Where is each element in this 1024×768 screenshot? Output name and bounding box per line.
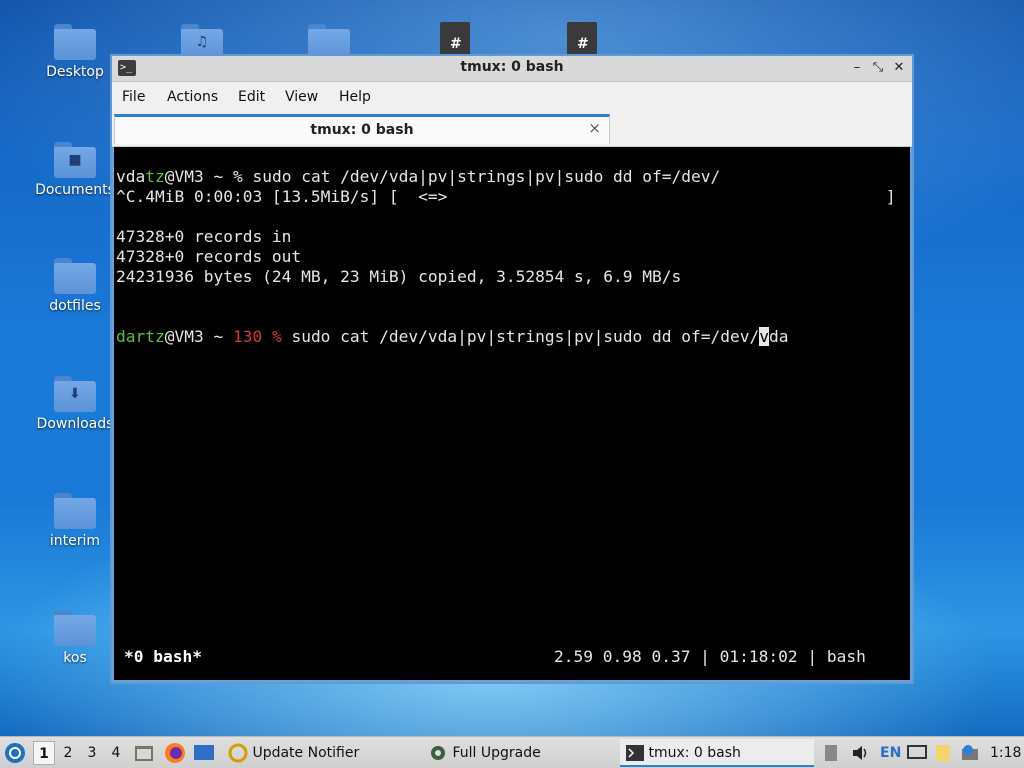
tray-updates[interactable] <box>960 737 980 768</box>
terminal-window: >_ tmux: 0 bash – ⤡ ✕ File Actions Edit … <box>110 54 914 684</box>
tab-tmux-bash[interactable]: tmux: 0 bash × <box>114 114 610 144</box>
menu-actions[interactable]: Actions <box>167 89 218 105</box>
folder-icon <box>54 258 96 294</box>
file-manager-icon <box>135 746 153 761</box>
task-tmux-bash[interactable]: tmux: 0 bash <box>620 739 814 767</box>
terminal-line: 24231936 bytes (24 MB, 23 MiB) copied, 3… <box>116 267 682 286</box>
desktop-icon-label: Downloads <box>36 416 114 432</box>
tmux-window-status: *0 bash* <box>124 647 202 666</box>
desktop-icon-label: Desktop <box>46 64 104 80</box>
gear-icon <box>431 746 445 760</box>
firefox-icon <box>165 743 185 763</box>
desktop-icon-downloads[interactable]: ⬇ Downloads <box>35 376 115 432</box>
task-label: Update Notifier <box>252 745 360 761</box>
desktop-icon-label: Documents <box>35 182 115 198</box>
tray-language[interactable]: EN <box>880 737 901 768</box>
desktop-icon-documents[interactable]: ■ Documents <box>35 142 115 198</box>
tray-display[interactable] <box>907 737 927 768</box>
folder-icon <box>54 610 96 646</box>
terminal-line: ^C.4MiB 0:00:03 [13.5MiB/s] [ <=> ] <box>116 187 896 206</box>
folder-icon <box>54 24 96 60</box>
volume-icon <box>853 746 867 760</box>
terminal-prompt-line: dartz@VM3 ~ 130 % sudo cat /dev/vda|pv|s… <box>116 327 789 346</box>
terminal-output[interactable]: vdatz@VM3 ~ % sudo cat /dev/vda|pv|strin… <box>114 147 910 680</box>
desktop-icon-label: dotfiles <box>49 298 101 314</box>
workspace-2[interactable]: 2 <box>57 741 79 765</box>
desktop-icon-label: interim <box>49 533 101 549</box>
update-available-icon <box>962 745 978 760</box>
update-notifier-icon <box>228 743 248 763</box>
minimize-button[interactable]: – <box>848 58 866 78</box>
terminal-line: 47328+0 records in <box>116 227 292 246</box>
workspace-4[interactable]: 4 <box>105 741 127 765</box>
show-desktop-launcher[interactable] <box>193 737 215 768</box>
window-titlebar[interactable]: >_ tmux: 0 bash – ⤡ ✕ <box>112 56 912 82</box>
task-label: Full Upgrade <box>452 745 541 761</box>
tab-close-icon[interactable]: × <box>588 119 601 137</box>
documents-folder-icon: ■ <box>54 142 96 178</box>
task-full-upgrade[interactable]: Full Upgrade <box>422 739 547 767</box>
menu-view[interactable]: View <box>285 89 318 105</box>
window-title: tmux: 0 bash <box>460 59 564 75</box>
downloads-folder-icon: ⬇ <box>54 376 96 412</box>
desktop-icon-interim[interactable]: interim <box>35 493 115 549</box>
menu-edit[interactable]: Edit <box>238 89 265 105</box>
tray-notes[interactable] <box>934 737 952 768</box>
task-label: tmux: 0 bash <box>648 745 741 761</box>
distro-logo-icon <box>5 743 25 763</box>
terminal-line: vdatz@VM3 ~ % sudo cat /dev/vda|pv|strin… <box>116 167 721 186</box>
tmux-status-right: 2.59 0.98 0.37 | 01:18:02 | bash <box>554 647 866 666</box>
terminal-icon <box>626 745 644 761</box>
tray-volume[interactable] <box>850 737 870 768</box>
tab-label: tmux: 0 bash <box>310 122 414 138</box>
text-cursor: v <box>759 327 769 346</box>
maximize-button[interactable]: ⤡ <box>869 58 887 78</box>
menu-file[interactable]: File <box>122 89 145 105</box>
menu-help[interactable]: Help <box>339 89 371 105</box>
spreadsheet-file-icon[interactable]: # <box>440 22 470 58</box>
tray-clipboard[interactable] <box>823 737 839 768</box>
taskbar: 1 2 3 4 Update Notifier Full Upgrade tmu… <box>0 736 1024 768</box>
clipboard-icon <box>825 745 837 761</box>
clock[interactable]: 1:18 <box>990 737 1021 768</box>
spreadsheet-file-icon[interactable]: # <box>567 22 597 58</box>
desktop-icon-label: kos <box>63 650 87 666</box>
menu-bar: File Actions Edit View Help <box>112 82 912 112</box>
firefox-launcher[interactable] <box>164 737 186 768</box>
terminal-line: 47328+0 records out <box>116 247 302 266</box>
desktop-icon <box>194 745 214 760</box>
close-button[interactable]: ✕ <box>890 58 908 78</box>
desktop-icon-kos[interactable]: kos <box>35 610 115 666</box>
folder-icon <box>54 493 96 529</box>
workspace-3[interactable]: 3 <box>81 741 103 765</box>
display-icon <box>907 745 927 759</box>
desktop-icon-dotfiles[interactable]: dotfiles <box>35 258 115 314</box>
start-menu-button[interactable] <box>4 737 28 768</box>
file-manager-launcher[interactable] <box>134 737 154 768</box>
task-update-notifier[interactable]: Update Notifier <box>222 739 365 767</box>
tab-strip: tmux: 0 bash × <box>112 112 912 147</box>
notes-icon <box>936 745 950 761</box>
workspace-1[interactable]: 1 <box>33 741 55 765</box>
desktop-icon-desktop[interactable]: Desktop <box>35 24 115 80</box>
